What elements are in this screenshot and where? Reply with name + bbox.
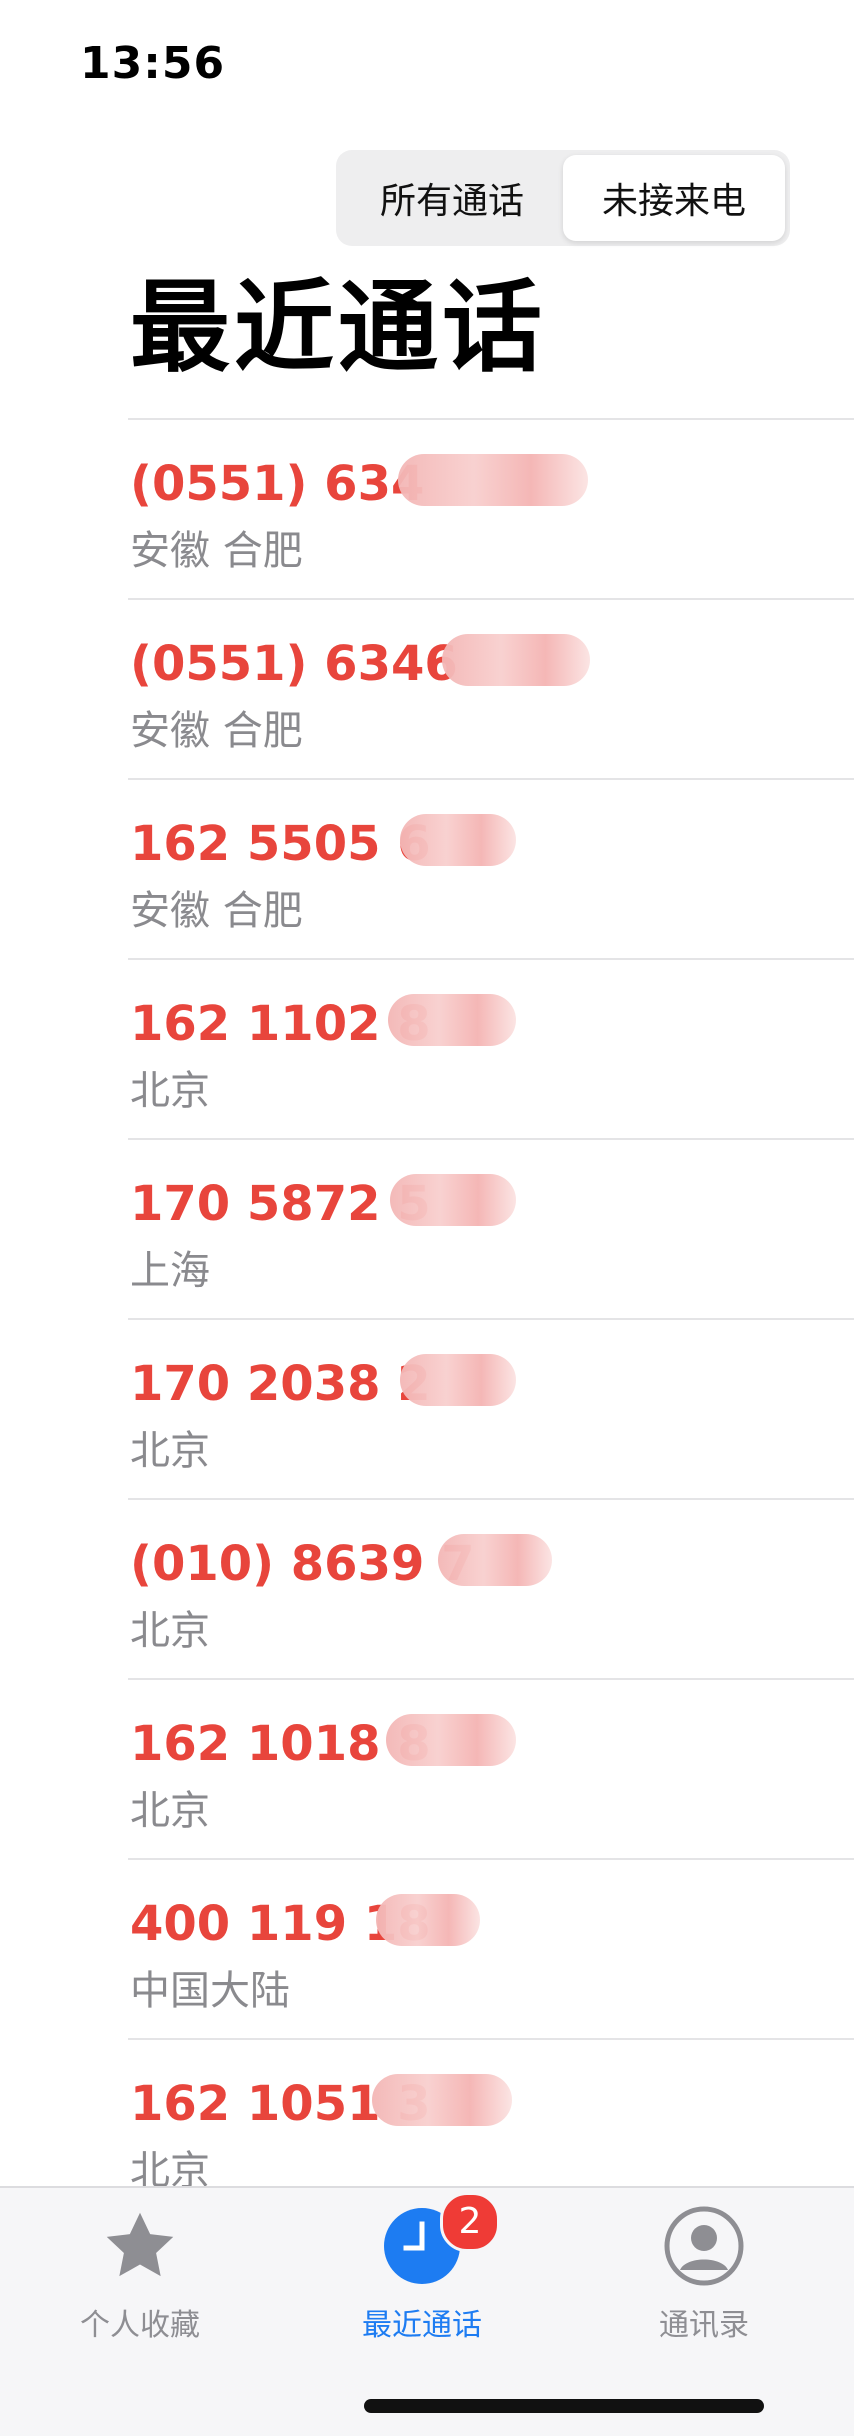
call-location: 中国大陆 bbox=[130, 1968, 290, 2014]
redaction-mark bbox=[386, 1714, 516, 1766]
call-row[interactable]: 170 5872 5 上海 bbox=[128, 1138, 854, 1318]
segment-missed-calls[interactable]: 未接来电 bbox=[563, 155, 785, 241]
tab-contacts[interactable]: 通讯录 bbox=[584, 2204, 824, 2354]
call-number: (010) 8639 7 bbox=[130, 1536, 475, 1592]
call-location: 北京 bbox=[130, 1608, 210, 1654]
redaction-mark bbox=[390, 1174, 516, 1226]
call-list: (0551) 634 安徽 合肥 (0551) 6346 安徽 合肥 162 5… bbox=[128, 418, 854, 2218]
missed-count-badge: 2 bbox=[440, 2192, 500, 2252]
call-location: 北京 bbox=[130, 1788, 210, 1834]
tab-label: 通讯录 bbox=[659, 2308, 749, 2343]
redaction-mark bbox=[388, 994, 516, 1046]
tab-label: 最近通话 bbox=[362, 2308, 482, 2343]
call-number: (0551) 6346 bbox=[130, 636, 458, 692]
redaction-mark bbox=[438, 1534, 552, 1586]
call-location: 安徽 合肥 bbox=[130, 708, 303, 754]
call-row[interactable]: 162 5505 6 安徽 合肥 bbox=[128, 778, 854, 958]
call-row[interactable]: 170 2038 2 北京 bbox=[128, 1318, 854, 1498]
tab-recents[interactable]: 2 最近通话 bbox=[302, 2192, 542, 2354]
call-row[interactable]: (0551) 634 安徽 合肥 bbox=[128, 418, 854, 598]
call-location: 安徽 合肥 bbox=[130, 888, 303, 934]
call-row[interactable]: 162 1018 8 北京 bbox=[128, 1678, 854, 1858]
call-location: 北京 bbox=[130, 1428, 210, 1474]
home-indicator[interactable] bbox=[364, 2399, 764, 2413]
call-number: 170 5872 5 bbox=[130, 1176, 431, 1232]
call-row[interactable]: (010) 8639 7 北京 bbox=[128, 1498, 854, 1678]
call-row[interactable]: (0551) 6346 安徽 合肥 bbox=[128, 598, 854, 778]
redaction-mark bbox=[400, 1354, 516, 1406]
redaction-mark bbox=[400, 814, 516, 866]
tab-favorites[interactable]: 个人收藏 bbox=[20, 2204, 260, 2354]
redaction-mark bbox=[398, 454, 588, 506]
page-title: 最近通话 bbox=[130, 269, 546, 386]
call-location: 安徽 合肥 bbox=[130, 528, 303, 574]
call-number: 162 1102 8 bbox=[130, 996, 431, 1052]
clock-icon: 2 bbox=[380, 2192, 500, 2288]
call-location: 北京 bbox=[130, 1068, 210, 1114]
call-number: 170 2038 2 bbox=[130, 1356, 431, 1412]
call-number: (0551) 634 bbox=[130, 456, 425, 512]
segment-all-calls[interactable]: 所有通话 bbox=[341, 155, 563, 241]
redaction-mark bbox=[376, 1894, 480, 1946]
person-icon bbox=[662, 2204, 746, 2288]
call-row[interactable]: 400 119 18 中国大陆 bbox=[128, 1858, 854, 2038]
call-row[interactable]: 162 1102 8 北京 bbox=[128, 958, 854, 1138]
tab-label: 个人收藏 bbox=[80, 2308, 200, 2343]
call-number: 162 5505 6 bbox=[130, 816, 431, 872]
star-icon bbox=[98, 2204, 182, 2288]
redaction-mark bbox=[372, 2074, 512, 2126]
call-location: 上海 bbox=[130, 1248, 210, 1294]
redaction-mark bbox=[442, 634, 590, 686]
segmented-control: 所有通话 未接来电 bbox=[336, 150, 790, 246]
status-time: 13:56 bbox=[80, 38, 226, 89]
